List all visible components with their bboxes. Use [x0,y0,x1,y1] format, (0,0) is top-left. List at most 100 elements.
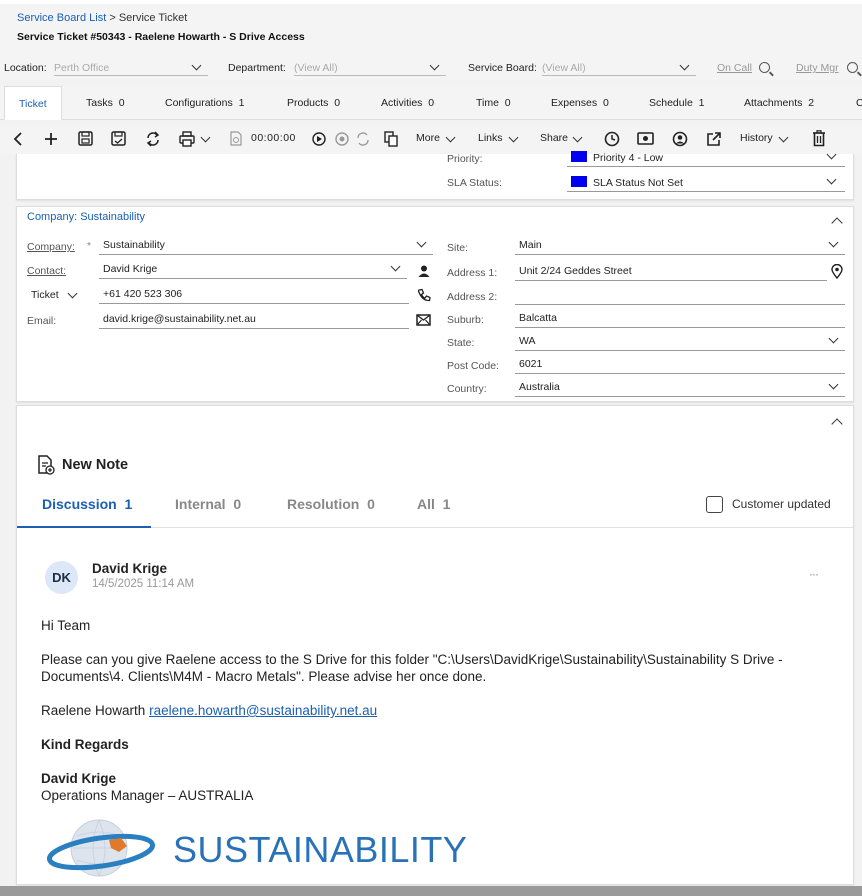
note-body-line2: Documents\4. Clients\M4M - Macro Metals"… [41,669,487,684]
phone-value: +61 420 523 306 [103,288,183,300]
ticket-tabs: Ticket Tasks 0 Configurations 1 Products… [0,86,862,120]
company-section-header[interactable]: Company: Sustainability [27,211,145,223]
refresh-icon[interactable] [145,131,161,147]
search-icon[interactable] [759,62,770,73]
customer-updated-checkbox[interactable] [706,496,723,513]
chevron-down-icon [67,288,78,299]
new-note-button[interactable]: New Note [62,457,128,473]
chevron-down-icon [390,261,401,272]
chevron-down-icon[interactable] [200,132,211,143]
country-select[interactable]: Australia [515,379,845,397]
window-bottom-bar [0,886,862,896]
map-pin-icon[interactable] [831,264,843,279]
tab-ticket[interactable]: Ticket [4,86,62,120]
tab-label: Time [476,97,499,109]
tab-count: 1 [698,97,705,109]
note-timestamp: 14/5/2025 11:14 AM [92,578,195,590]
phone-type-select[interactable]: Ticket [31,288,78,301]
tab-internal[interactable]: Internal 0 [175,496,241,512]
state-value: WA [519,335,536,347]
billing-icon[interactable] [637,132,654,145]
note-more-icon[interactable]: ··· [809,567,819,581]
sla-select[interactable]: SLA Status Not Set [567,174,845,192]
phone-field[interactable]: +61 420 523 306 [99,286,343,304]
history-menu[interactable]: History [740,132,773,144]
collapse-icon[interactable] [831,217,843,229]
company-select[interactable]: Sustainability [99,237,433,255]
save-icon[interactable] [78,131,93,146]
tab-count: 1 [238,97,245,109]
delete-icon[interactable] [812,130,826,147]
user-circle-icon[interactable] [672,131,688,147]
tab-label: Ticket [19,98,47,110]
phone-ext-field[interactable] [343,286,409,304]
service-board-select[interactable]: (View All) [542,60,696,76]
mail-icon[interactable] [416,314,431,326]
company-label[interactable]: Company: [27,241,75,253]
breadcrumb: Service Board List > Service Ticket [17,12,187,24]
new-note-icon[interactable] [37,455,55,475]
tab-label: Schedule [649,97,693,109]
back-icon[interactable] [12,132,24,146]
contact-select[interactable]: David Krige [99,261,407,279]
copy-icon[interactable] [384,131,398,147]
add-icon[interactable] [44,132,58,146]
chevron-down-icon [826,174,837,185]
breadcrumb-current: Service Ticket [118,12,188,24]
note-tabs: Discussion 1 Internal 0 Resolution 0 All… [17,496,853,528]
more-menu[interactable]: More [416,132,440,144]
on-call-link[interactable]: On Call [717,62,752,74]
email-label: Email: [27,315,57,327]
note-contact-email-link[interactable]: raelene.howarth@sustainability.net.au [149,703,377,718]
tab-attachments[interactable]: Attachments 2 [744,86,814,120]
department-select[interactable]: (View All) [294,60,446,76]
tab-discussion[interactable]: Discussion 1 [42,496,132,512]
tab-overflow[interactable]: C [856,86,862,120]
address2-field[interactable] [515,287,845,305]
person-icon[interactable] [418,265,430,277]
phone-icon[interactable] [417,288,431,302]
tab-time[interactable]: Time 0 [476,86,511,120]
note-contact-name: Raelene Howarth [41,703,146,718]
chevron-down-icon [828,333,839,344]
tab-label: Internal [175,496,226,512]
tab-schedule[interactable]: Schedule 1 [649,86,704,120]
print-icon[interactable] [179,131,195,147]
address1-field[interactable]: Unit 2/24 Geddes Street [515,263,827,281]
search-icon[interactable] [847,62,858,73]
tab-products[interactable]: Products 0 [287,86,340,120]
priority-select[interactable]: Priority 4 - Low [567,149,845,167]
header-bar: Service Board List > Service Ticket Serv… [0,0,862,58]
tab-activities[interactable]: Activities 0 [381,86,434,120]
reset-timer-icon[interactable] [356,132,370,146]
clock-icon[interactable] [604,131,620,147]
tab-configurations[interactable]: Configurations 1 [165,86,244,120]
tab-all[interactable]: All 1 [417,496,450,512]
state-select[interactable]: WA [515,333,845,351]
duty-mgr-link[interactable]: Duty Mgr [796,62,839,74]
country-value: Australia [519,381,560,393]
breadcrumb-service-board-list[interactable]: Service Board List [17,12,106,24]
share-menu[interactable]: Share [540,132,568,144]
page-title: Service Ticket #50343 - Raelene Howarth … [17,31,305,43]
links-menu[interactable]: Links [478,132,503,144]
timer-doc-icon [230,131,242,146]
collapse-icon[interactable] [831,418,843,430]
play-icon[interactable] [312,132,326,146]
stop-icon[interactable] [335,132,349,146]
save-and-close-icon[interactable] [111,131,126,146]
postcode-label: Post Code: [447,360,499,372]
site-select[interactable]: Main [515,237,845,255]
location-select[interactable]: Perth Office [54,60,208,76]
open-external-icon[interactable] [706,131,722,147]
tab-resolution[interactable]: Resolution 0 [287,496,375,512]
tab-tasks[interactable]: Tasks 0 [86,86,125,120]
postcode-field[interactable]: 6021 [515,356,845,374]
tab-count: 0 [602,97,609,109]
contact-label[interactable]: Contact: [27,265,66,277]
tab-expenses[interactable]: Expenses 0 [551,86,609,120]
email-field[interactable]: david.krige@sustainability.net.au [99,311,409,329]
company-value: Sustainability [103,239,165,251]
top-edge [0,0,862,4]
suburb-field[interactable]: Balcatta [515,310,845,328]
